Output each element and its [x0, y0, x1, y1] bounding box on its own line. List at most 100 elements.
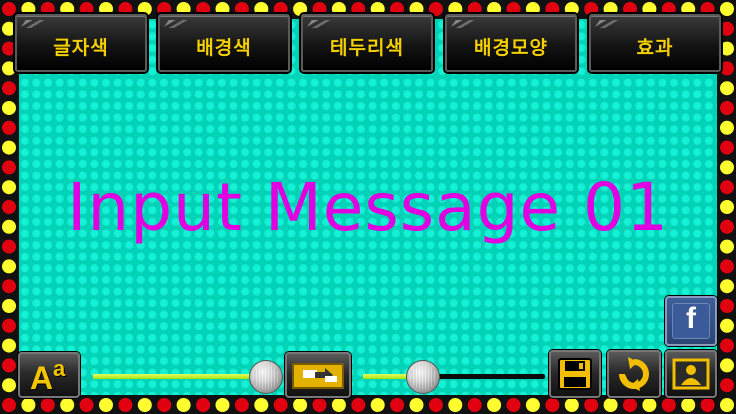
border-bulb: [720, 378, 734, 393]
text-size-fill: [93, 374, 266, 379]
border-bulb: [2, 279, 16, 294]
border-bulb: [2, 160, 16, 175]
border-bulb: [720, 140, 734, 155]
border-bulb: [409, 398, 424, 412]
text-size-knob[interactable]: [248, 360, 283, 394]
border-bulb: [428, 398, 443, 412]
border-bulb: [2, 21, 16, 36]
border-bulb: [254, 398, 269, 412]
font-style-button[interactable]: A a: [18, 352, 80, 398]
border-bulb: [720, 239, 734, 254]
border-bulb: [720, 61, 734, 76]
border-bulb: [2, 120, 16, 135]
border-bulb: [720, 219, 734, 234]
border-bulb: [2, 219, 16, 234]
border-bulb: [720, 41, 734, 56]
scroll-direction-button[interactable]: [285, 352, 351, 398]
border-bulb: [720, 299, 734, 313]
border-bulb: [2, 318, 16, 333]
scrolling-message[interactable]: Input Message 01: [19, 168, 717, 248]
border-bulb: [79, 398, 94, 412]
border-bulb: [681, 398, 696, 412]
border-bulb: [40, 398, 55, 412]
border-bulb: [2, 180, 16, 195]
border-bulb: [564, 398, 579, 412]
border-bulb: [584, 398, 599, 412]
text-color-label: 글자색: [53, 37, 109, 59]
scroll-speed-track[interactable]: [363, 374, 545, 379]
border-bulb: [331, 398, 346, 412]
refresh-icon: [619, 357, 649, 391]
background-shape-label: 배경모양: [474, 37, 548, 59]
facebook-icon-letter: f: [686, 302, 696, 335]
effect-label: 효과: [636, 37, 674, 59]
border-bulb: [720, 338, 734, 353]
border-bulb: [700, 398, 715, 412]
fullscreen-person-icon: [672, 358, 710, 390]
border-bulb: [2, 239, 16, 254]
border-bulb: [720, 358, 734, 373]
border-bulb: [234, 398, 249, 412]
border-bulb: [137, 398, 152, 412]
border-bulb: [720, 279, 734, 294]
border-bulb: [273, 398, 288, 412]
font-icon-small-letter: a: [53, 356, 66, 381]
border-color-button[interactable]: 테두리색: [301, 14, 433, 72]
border-bulb: [2, 2, 16, 16]
border-bulb: [351, 398, 366, 412]
border-bulb: [720, 120, 734, 135]
border-bulb: [196, 398, 211, 412]
border-bulb: [390, 398, 405, 412]
scroll-direction-icon: [292, 363, 344, 389]
border-bulb: [603, 398, 618, 412]
fullscreen-button[interactable]: [665, 350, 717, 398]
border-bulb: [467, 398, 482, 412]
border-bulb: [2, 41, 16, 56]
border-bulb: [448, 398, 463, 412]
border-bulb: [661, 398, 676, 412]
border-bulb: [2, 61, 16, 76]
facebook-icon: f: [672, 302, 710, 339]
background-shape-button[interactable]: 배경모양: [445, 14, 577, 72]
border-bulb: [2, 378, 16, 393]
border-bulb: [21, 398, 36, 412]
border-bulb: [157, 398, 172, 412]
border-bulb: [2, 81, 16, 96]
effect-button[interactable]: 효과: [589, 14, 721, 72]
font-icon: A a: [28, 356, 72, 396]
border-bulb: [720, 101, 734, 115]
border-bulb: [720, 259, 734, 274]
border-bulb: [720, 398, 734, 412]
save-icon: [558, 358, 592, 390]
border-bulb: [720, 200, 734, 214]
border-bulb: [2, 259, 16, 274]
border-bulb: [2, 101, 16, 115]
background-color-label: 배경색: [196, 37, 252, 59]
border-bulb: [506, 398, 521, 412]
border-bulb: [118, 398, 133, 412]
border-bulb: [2, 338, 16, 353]
border-bulb: [720, 180, 734, 195]
border-bulb: [2, 200, 16, 214]
border-bulb: [293, 398, 308, 412]
border-bulb: [370, 398, 385, 412]
border-bulb: [215, 398, 230, 412]
facebook-share-button[interactable]: f: [665, 296, 717, 346]
border-bulb: [487, 398, 502, 412]
text-color-button[interactable]: 글자색: [15, 14, 147, 72]
border-bulb: [2, 299, 16, 313]
save-button[interactable]: [549, 350, 601, 398]
border-bulb: [545, 398, 560, 412]
app-screen: 글자색 배경색 테두리색 배경모양 효과 Input Message 01 f …: [0, 0, 736, 414]
border-bulb: [312, 398, 327, 412]
border-color-label: 테두리색: [330, 37, 404, 59]
border-bulb: [642, 398, 657, 412]
border-bulb: [176, 398, 191, 412]
border-bulb: [2, 398, 16, 412]
border-bulb: [720, 81, 734, 96]
background-color-button[interactable]: 배경색: [158, 14, 290, 72]
border-bulb: [2, 140, 16, 155]
scroll-speed-knob[interactable]: [406, 360, 441, 394]
refresh-button[interactable]: [607, 350, 661, 398]
border-bulb: [720, 160, 734, 175]
